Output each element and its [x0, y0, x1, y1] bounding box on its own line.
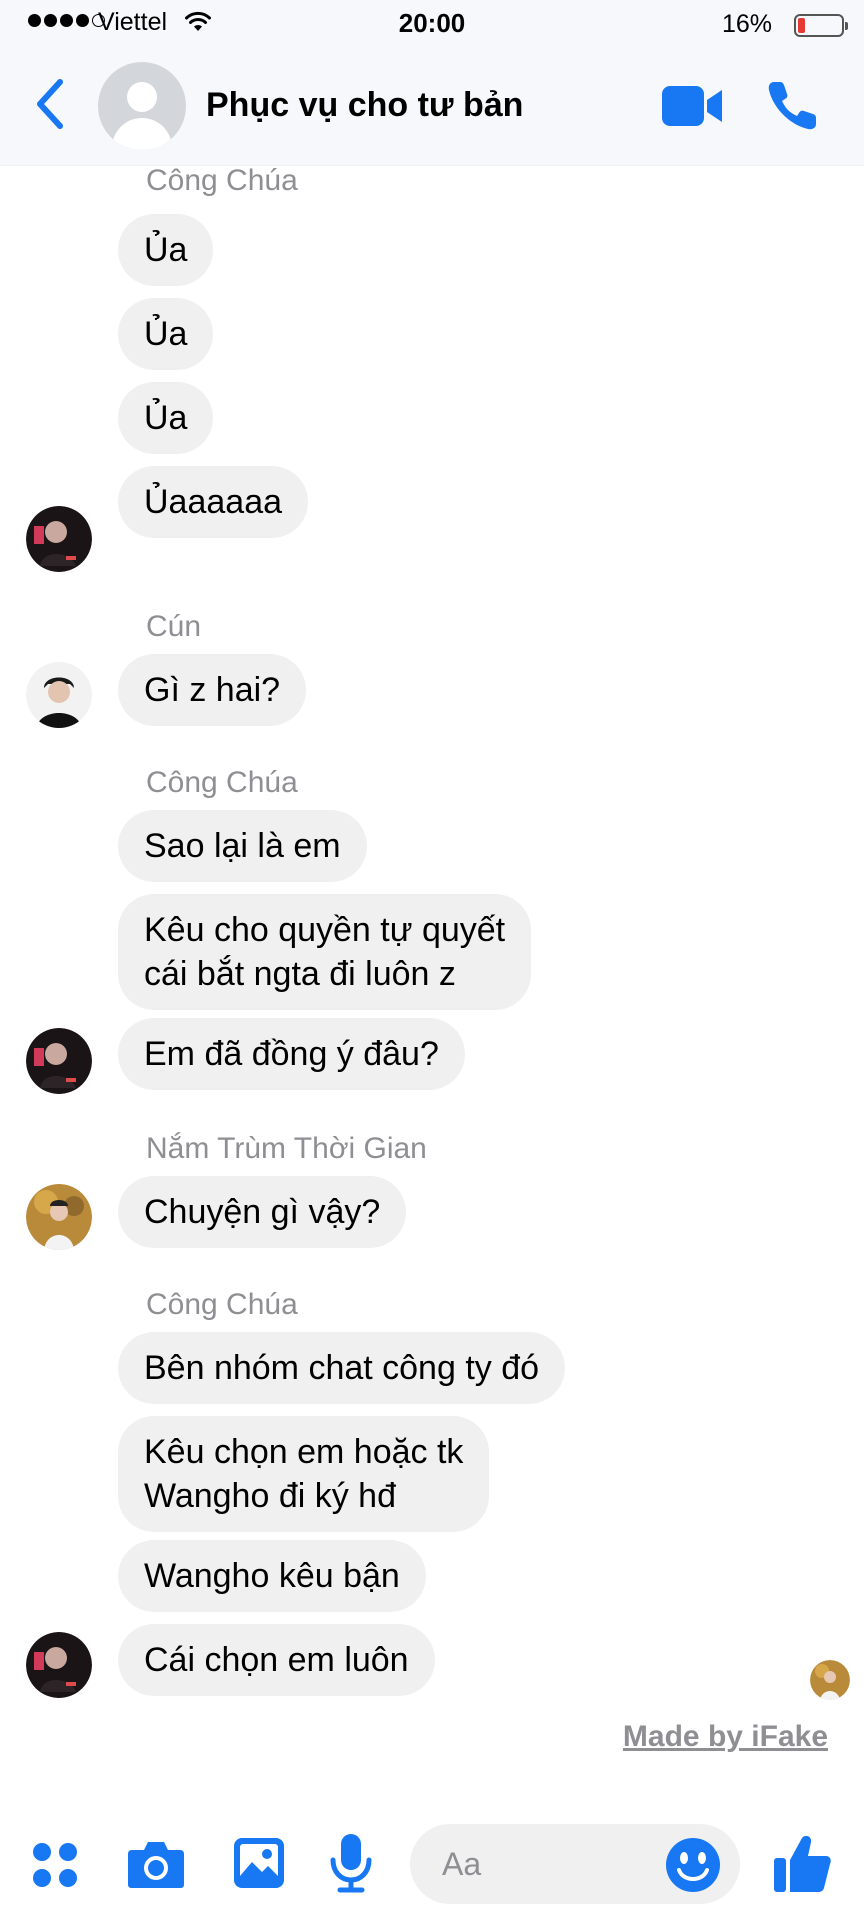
battery-icon: [794, 14, 848, 37]
status-bar: Viettel 20:00 16%: [0, 0, 864, 46]
camera-icon[interactable]: [126, 1838, 186, 1890]
sender-name: Công Chúa: [146, 766, 298, 799]
message-composer: [0, 1810, 864, 1920]
message-bubble[interactable]: Em đã đồng ý đâu?: [118, 1018, 465, 1090]
avatar[interactable]: [26, 506, 92, 572]
battery-level: [798, 18, 805, 33]
sender-name: Công Chúa: [146, 1288, 298, 1321]
chat-header: Phục vụ cho tư bản: [0, 46, 864, 166]
sender-name: Công Chúa: [146, 164, 298, 197]
message-bubble[interactable]: Ủaaaaaa: [118, 466, 309, 538]
sender-name: Cún: [146, 610, 202, 643]
message-bubble[interactable]: Ủa: [118, 214, 214, 286]
video-call-icon[interactable]: [662, 84, 724, 128]
more-icon[interactable]: [30, 1840, 80, 1890]
watermark: Made by iFake: [622, 1720, 828, 1753]
group-avatar[interactable]: [98, 62, 186, 150]
message-bubble[interactable]: Kêu cho quyền tự quyết cái bắt ngta đi l…: [118, 894, 532, 1010]
message-bubble[interactable]: Ủa: [118, 382, 214, 454]
message-bubble[interactable]: Ủa: [118, 298, 214, 370]
message-bubble[interactable]: Wangho kêu bận: [118, 1540, 426, 1612]
gallery-icon[interactable]: [232, 1836, 286, 1890]
back-icon[interactable]: [30, 76, 70, 132]
message-bubble[interactable]: Kêu chọn em hoặc tk Wangho đi ký hđ: [118, 1416, 490, 1532]
message-bubble[interactable]: Bên nhóm chat công ty đó: [118, 1332, 566, 1404]
battery-percentage: 16%: [721, 10, 772, 38]
sender-name: Nắm Trùm Thời Gian: [146, 1132, 427, 1165]
avatar[interactable]: [26, 662, 92, 728]
message-bubble[interactable]: Chuyện gì vậy?: [118, 1176, 407, 1248]
message-bubble[interactable]: Sao lại là em: [118, 810, 367, 882]
read-receipt-avatar: [810, 1660, 850, 1700]
microphone-icon[interactable]: [326, 1832, 376, 1894]
emoji-icon[interactable]: [664, 1836, 722, 1894]
avatar[interactable]: [26, 1184, 92, 1250]
avatar[interactable]: [26, 1028, 92, 1094]
message-bubble[interactable]: Gì z hai?: [118, 654, 307, 726]
like-icon[interactable]: [772, 1832, 832, 1894]
chat-title[interactable]: Phục vụ cho tư bản: [206, 86, 523, 125]
message-bubble[interactable]: Cái chọn em luôn: [118, 1624, 435, 1696]
avatar[interactable]: [26, 1632, 92, 1698]
phone-icon[interactable]: [764, 76, 822, 134]
